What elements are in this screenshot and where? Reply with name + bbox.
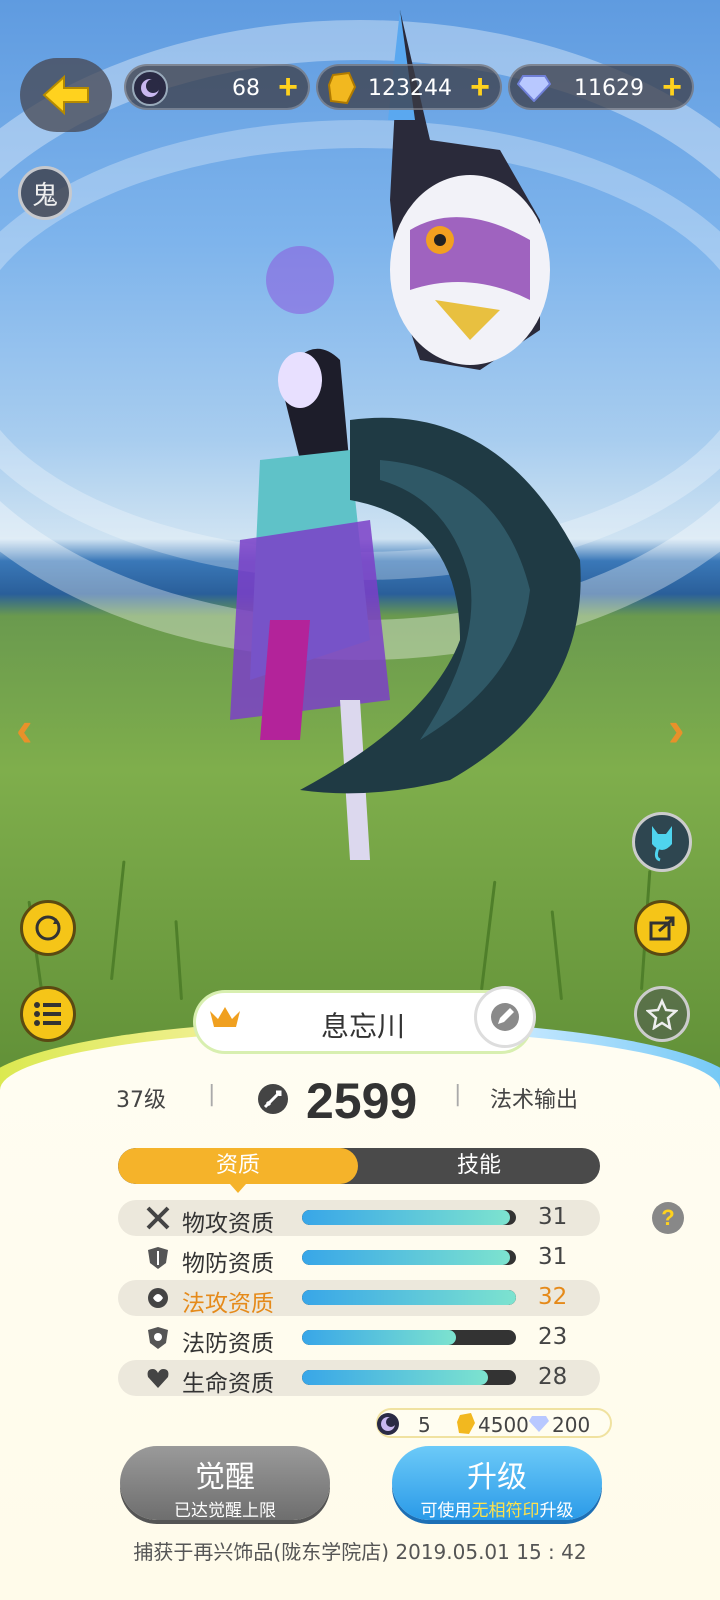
rotate-icon (35, 915, 61, 941)
stat-label: 物攻资质 (182, 1211, 274, 1237)
stat-row: 物攻资质 31 (118, 1200, 600, 1237)
back-button[interactable] (20, 58, 112, 132)
rename-button[interactable] (474, 986, 536, 1048)
add-resource-button[interactable]: + (470, 69, 490, 105)
list-menu-button[interactable] (20, 986, 76, 1042)
shield-icon (144, 1244, 172, 1272)
moon-orb-icon (132, 70, 168, 106)
stat-value: 28 (538, 1364, 568, 1390)
awaken-label: 觉醒 (195, 1460, 255, 1495)
combat-power: 2599 (306, 1073, 418, 1129)
star-icon (646, 998, 678, 1030)
cost-diamond: 200 (552, 1413, 591, 1437)
cat-spirit-icon (652, 826, 672, 862)
back-arrow-icon (42, 74, 89, 116)
stat-value: 31 (538, 1244, 568, 1270)
upgrade-cost: 5 4500 200 (376, 1408, 612, 1438)
stat-row: 物防资质 31 (118, 1240, 600, 1277)
stat-row: 生命资质 28 (118, 1360, 600, 1397)
stat-value: 23 (538, 1324, 568, 1350)
upgrade-sub-item: 无相符印 (471, 1501, 540, 1521)
stat-label: 生命资质 (182, 1371, 274, 1397)
resource-pill-diamond[interactable]: 11629 + (508, 64, 694, 110)
divider: | (454, 1082, 462, 1107)
info-tabs: 资质 技能 (118, 1148, 600, 1184)
tab-skills[interactable]: 技能 (358, 1148, 600, 1184)
magic-shield-icon (144, 1324, 172, 1352)
prev-pet-arrow[interactable]: ‹ (16, 700, 33, 758)
crossed-swords-icon (144, 1204, 172, 1232)
awaken-sublabel: 已达觉醒上限 (174, 1501, 276, 1521)
capture-info: 捕获于再兴饰品(陇东学院店) 2019.05.01 15 : 42 (133, 1540, 587, 1564)
resource-pill-crystal[interactable]: 123244 + (316, 64, 502, 110)
stat-label: 法攻资质 (182, 1291, 274, 1317)
gold-crystal-icon (324, 70, 360, 106)
moon-orb-icon (377, 1413, 399, 1435)
stat-bar (302, 1370, 516, 1385)
cost-crystal: 4500 (478, 1413, 529, 1437)
next-pet-arrow[interactable]: › (668, 700, 685, 758)
stat-value: 32 (538, 1284, 568, 1310)
gold-crystal-icon (457, 1413, 475, 1434)
diamond-icon (529, 1416, 549, 1432)
heart-icon (144, 1364, 172, 1392)
add-resource-button[interactable]: + (278, 69, 298, 105)
upgrade-label: 升级 (467, 1460, 527, 1495)
diamond-icon (516, 70, 552, 106)
resource-value: 123244 (368, 76, 452, 101)
stat-row: 法防资质 23 (118, 1320, 600, 1357)
pen-icon (491, 1003, 519, 1031)
divider: | (208, 1082, 216, 1107)
ghost-type-badge[interactable]: 鬼 (18, 166, 72, 220)
list-icon (34, 1002, 61, 1026)
rotate-view-button[interactable] (20, 900, 76, 956)
pet-character-model[interactable] (200, 0, 620, 880)
stat-bar (302, 1250, 516, 1265)
stat-label: 物防资质 (182, 1251, 274, 1277)
pet-role: 法术输出 (490, 1088, 579, 1113)
share-button[interactable] (634, 900, 690, 956)
upgrade-sublabel: 可使用无相符印升级 (392, 1496, 602, 1521)
upgrade-sub-pre: 可使用 (420, 1501, 472, 1521)
tab-pointer (230, 1184, 246, 1193)
resource-value: 68 (232, 76, 260, 101)
power-icon (256, 1082, 290, 1121)
help-button[interactable]: ? (652, 1202, 684, 1234)
stat-value: 31 (538, 1204, 568, 1230)
favorite-button[interactable] (634, 986, 690, 1042)
share-icon (649, 916, 675, 941)
pet-scene-background (0, 0, 720, 1100)
pet-level: 37级 (116, 1088, 166, 1113)
stat-row: 法攻资质 32 (118, 1280, 600, 1317)
upgrade-sub-post: 升级 (539, 1501, 574, 1521)
pet-companion-button[interactable] (632, 812, 692, 872)
stat-bar (302, 1210, 516, 1225)
magic-swirl-icon (144, 1284, 172, 1312)
upgrade-button[interactable]: 升级 可使用无相符印升级 (392, 1446, 602, 1521)
stat-bar (302, 1290, 516, 1305)
resource-pill-orb[interactable]: 68 + (124, 64, 310, 110)
stat-bar (302, 1330, 516, 1345)
stat-label: 法防资质 (182, 1331, 274, 1357)
resource-value: 11629 (574, 76, 644, 101)
tab-aptitude[interactable]: 资质 (118, 1148, 358, 1184)
add-resource-button[interactable]: + (662, 69, 682, 105)
awaken-button[interactable]: 觉醒 已达觉醒上限 (120, 1446, 330, 1521)
cost-orb: 5 (418, 1413, 431, 1437)
